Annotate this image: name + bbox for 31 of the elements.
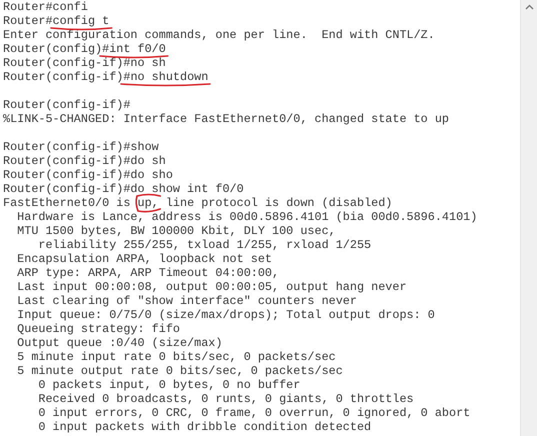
terminal-line: 0 input packets with dribble condition detected [37,420,372,434]
scrollbar[interactable] [520,0,537,436]
terminal-line: Router(config-if)#do sh [3,154,167,168]
terminal-line: Enter configuration commands, one per line. End with CNTL/Z. [3,28,436,42]
terminal-line: 0 packets input, 0 bytes, 0 no buffer [37,378,302,392]
terminal-line: Queueing strategy: fifo [16,322,181,336]
terminal-line: Hardware is Lance, address is 00d0.5896.4101 (bia 00d0.5896.4101) [16,210,478,224]
terminal-line: Router(config-if)#do sho [3,168,174,182]
terminal-line: Router(config)#int f0/0 [3,42,167,56]
terminal-line: Last input 00:00:08, output 00:00:05, output hang never [16,280,408,294]
scroll-up-icon[interactable] [524,4,534,10]
terminal-line: Router(config-if)#do show int f0/0 [3,182,245,196]
terminal-line: Output queue :0/40 (size/max) [16,336,224,350]
terminal-line: ARP type: ARPA, ARP Timeout 04:00:00, [16,266,280,280]
terminal-line: Input queue: 0/75/0 (size/max/drops); Total output drops: 0 [16,308,436,322]
terminal-line: Encapsulation ARPA, loopback not set [16,252,274,266]
terminal-line: %LINK-5-CHANGED: Interface FastEthernet0/0, changed state to up [3,112,450,126]
terminal-line: 0 input errors, 0 CRC, 0 frame, 0 overrun, 0 ignored, 0 abort [37,406,472,420]
terminal-line: Router#config t [3,14,110,28]
terminal-line: Router#confi [3,0,89,14]
terminal-line: Router(config-if)#no shutdown [3,70,210,84]
terminal-line: Last clearing of "show interface" counters never [16,294,358,308]
terminal-line: Router(config-if)# [3,98,132,112]
terminal-line: 5 minute input rate 0 bits/sec, 0 packets/sec [16,350,337,364]
terminal-line: reliability 255/255, txload 1/255, rxload 1/255 [37,238,372,252]
terminal-line: FastEthernet0/0 is up, line protocol is down (disabled) [3,196,394,210]
terminal-line: Received 0 broadcasts, 0 runts, 0 giants, 0 throttles [37,392,415,406]
terminal-line: MTU 1500 bytes, BW 100000 Kbit, DLY 100 usec, [16,224,337,238]
terminal-line: Router(config-if)#no sh [3,56,167,70]
terminal-line: Router(config-if)#show [3,140,160,154]
terminal-line: 5 minute output rate 0 bits/sec, 0 packets/sec [16,364,344,378]
